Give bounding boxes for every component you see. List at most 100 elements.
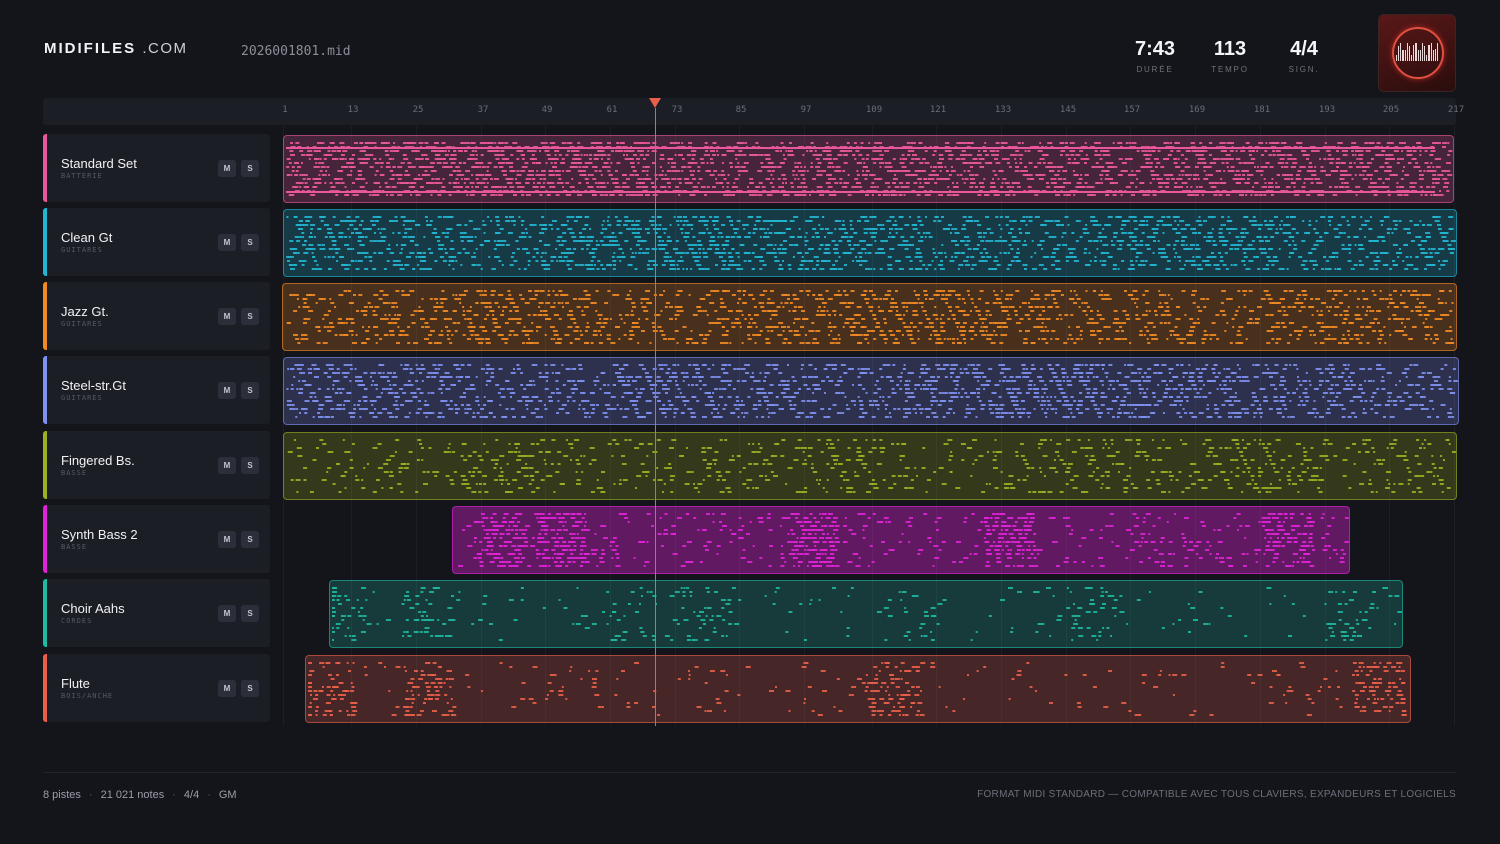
ruler-tick: 169 (1188, 105, 1206, 115)
track-header[interactable]: Clean Gt GUITARES M S (43, 208, 270, 276)
track-clip[interactable] (329, 580, 1403, 648)
ruler-tick: 157 (1123, 105, 1141, 115)
track-header[interactable]: Choir Aahs CORDES M S (43, 579, 270, 647)
track-name: Standard Set (61, 156, 137, 171)
playhead-marker-icon[interactable] (649, 98, 661, 108)
solo-button[interactable]: S (241, 680, 259, 697)
stat-signature: 4/4 SIGN. (1264, 38, 1344, 74)
mute-button[interactable]: M (218, 680, 236, 697)
ruler-tick: 13 (347, 105, 359, 115)
track-name: Steel-str.Gt (61, 378, 127, 393)
track-name: Fingered Bs. (61, 453, 135, 468)
note-pattern (286, 216, 1456, 270)
brand-domain: .COM (142, 40, 188, 57)
footer-tagline: FORMAT MIDI STANDARD — COMPATIBLE AVEC T… (977, 789, 1456, 800)
footer-tracks-count: 8 pistes (43, 789, 81, 801)
note-pattern (287, 439, 1456, 493)
ruler-tick: 145 (1059, 105, 1077, 115)
footer-divider (43, 772, 1456, 773)
track-color-bar (43, 208, 47, 276)
track-color-bar (43, 134, 47, 202)
stat-duration-value: 7:43 (1134, 38, 1176, 60)
ruler-tick: 121 (929, 105, 947, 115)
track-category: GUITARES (61, 394, 103, 402)
footer-summary: 8 pistes · 21 021 notes · 4/4 · GM (43, 789, 237, 801)
ruler-tick: 61 (606, 105, 618, 115)
stat-signature-value: 4/4 (1290, 38, 1318, 60)
solo-button[interactable]: S (241, 308, 259, 325)
note-pattern (286, 290, 1455, 344)
track-color-bar (43, 431, 47, 499)
mute-button[interactable]: M (218, 457, 236, 474)
ruler-tick: 1 (282, 105, 288, 115)
track-category: BASSE (61, 469, 88, 477)
waveform-icon (1396, 43, 1439, 61)
track-clip[interactable] (283, 209, 1457, 277)
track-color-bar (43, 356, 47, 424)
timeline-ruler[interactable]: 1 13 25 37 49 61 73 85 97 109 121 133 145 157 169 181 19… (43, 98, 1464, 125)
track-color-bar (43, 654, 47, 722)
ruler-tick: 109 (865, 105, 883, 115)
track-color-bar (43, 579, 47, 647)
stat-tempo-label: TEMPO (1211, 65, 1249, 74)
track-clip[interactable] (305, 655, 1411, 723)
note-pattern (286, 364, 1458, 418)
mute-button[interactable]: M (218, 160, 236, 177)
mute-button[interactable]: M (218, 382, 236, 399)
ruler-tick: 37 (477, 105, 489, 115)
track-category: GUITARES (61, 320, 103, 328)
solo-button[interactable]: S (241, 382, 259, 399)
ruler-tick: 205 (1382, 105, 1400, 115)
stat-signature-label: SIGN. (1288, 65, 1320, 74)
track-category: BASSE (61, 543, 88, 551)
footer-notes-count: 21 021 notes (100, 789, 165, 801)
mute-button[interactable]: M (218, 531, 236, 548)
solo-button[interactable]: S (241, 457, 259, 474)
track-category: CORDES (61, 617, 93, 625)
ruler-tick: 85 (735, 105, 747, 115)
track-color-bar (43, 505, 47, 573)
track-header[interactable]: Jazz Gt. GUITARES M S (43, 282, 270, 350)
brand-name: MIDIFILES (44, 40, 137, 57)
note-pattern (286, 142, 1453, 196)
solo-button[interactable]: S (241, 234, 259, 251)
note-pattern (458, 513, 1349, 567)
solo-button[interactable]: S (241, 605, 259, 622)
track-category: BATTERIE (61, 172, 103, 180)
album-thumbnail[interactable] (1378, 14, 1456, 92)
stat-duration-label: DURÉE (1136, 65, 1174, 74)
ruler-tick: 181 (1253, 105, 1271, 115)
track-name: Choir Aahs (61, 601, 125, 616)
stat-tempo-value: 113 (1213, 38, 1247, 60)
note-pattern (308, 662, 1407, 716)
track-header[interactable]: Synth Bass 2 BASSE M S (43, 505, 270, 573)
track-header[interactable]: Steel-str.Gt GUITARES M S (43, 356, 270, 424)
track-name: Jazz Gt. (61, 304, 109, 319)
mute-button[interactable]: M (218, 605, 236, 622)
mute-button[interactable]: M (218, 234, 236, 251)
track-header[interactable]: Fingered Bs. BASSE M S (43, 431, 270, 499)
solo-button[interactable]: S (241, 531, 259, 548)
mute-button[interactable]: M (218, 308, 236, 325)
playhead-line[interactable] (655, 108, 656, 726)
stat-duration: 7:43 DURÉE (1115, 38, 1195, 74)
track-clip[interactable] (283, 135, 1454, 203)
track-name: Flute (61, 676, 90, 691)
track-header[interactable]: Flute BOIS/ANCHE M S (43, 654, 270, 722)
track-header[interactable]: Standard Set BATTERIE M S (43, 134, 270, 202)
ruler-tick: 73 (671, 105, 683, 115)
ruler-tick: 49 (541, 105, 553, 115)
ruler-tick: 133 (994, 105, 1012, 115)
ruler-tick: 217 (1447, 105, 1465, 115)
ruler-tick: 25 (412, 105, 424, 115)
track-clip[interactable] (283, 357, 1459, 425)
track-color-bar (43, 282, 47, 350)
solo-button[interactable]: S (241, 160, 259, 177)
ruler-tick: 97 (800, 105, 812, 115)
track-clip[interactable] (282, 283, 1457, 351)
track-clip[interactable] (283, 432, 1457, 500)
track-clip[interactable] (452, 506, 1350, 574)
track-category: GUITARES (61, 246, 103, 254)
footer-signature: 4/4 (183, 789, 200, 801)
brand-logo: MIDIFILES .COM (44, 40, 188, 57)
